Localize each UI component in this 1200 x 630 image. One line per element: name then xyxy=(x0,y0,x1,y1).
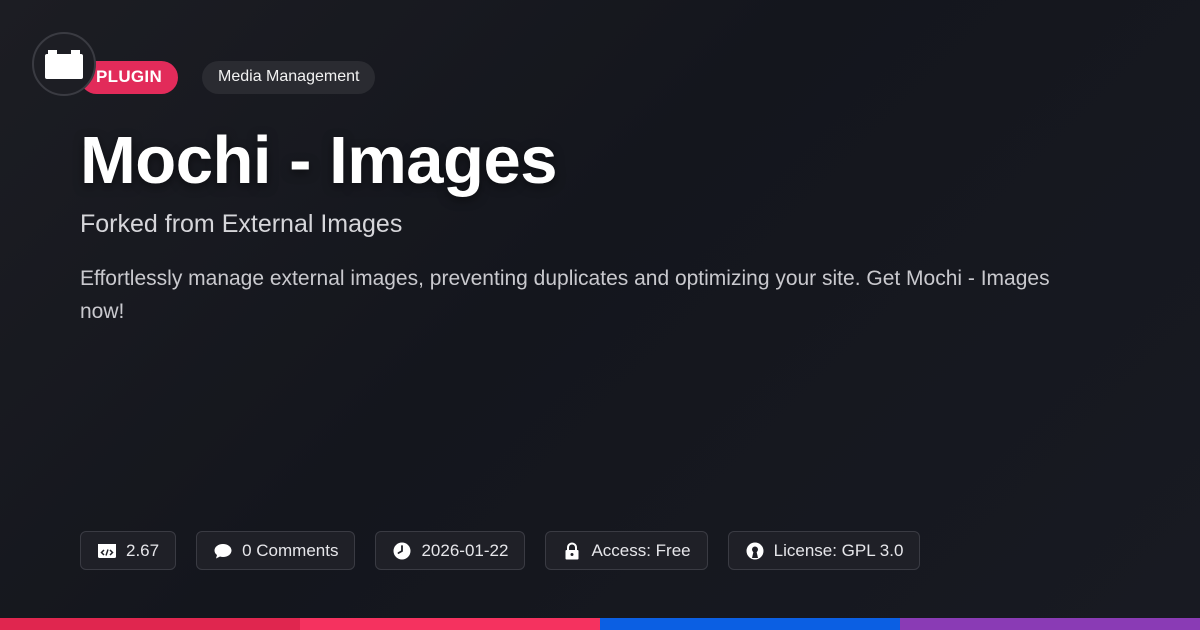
license-label: License: GPL 3.0 xyxy=(773,540,904,560)
bottom-color-bar xyxy=(0,618,1200,630)
badge-row: PLUGIN Media Management xyxy=(80,60,376,94)
bar-segment xyxy=(0,618,300,630)
comments-label: 0 Comments xyxy=(242,540,339,560)
comment-icon xyxy=(214,543,232,558)
page-description: Effortlessly manage external images, pre… xyxy=(80,267,1050,323)
bar-segment xyxy=(600,618,900,630)
code-icon xyxy=(98,543,116,558)
bar-segment xyxy=(900,618,1200,630)
clock-icon xyxy=(393,542,411,559)
bar-segment xyxy=(300,618,600,630)
plugin-logo xyxy=(32,32,96,96)
comments-chip[interactable]: 0 Comments xyxy=(196,531,356,570)
plugin-block-icon xyxy=(45,50,83,79)
version-chip: 2.67 xyxy=(80,531,177,570)
date-chip: 2026-01-22 xyxy=(375,531,526,570)
version-label: 2.67 xyxy=(126,540,160,560)
category-badge[interactable]: Media Management xyxy=(202,60,376,94)
page-subtitle: Forked from External Images xyxy=(80,210,403,238)
lock-icon xyxy=(565,541,579,559)
date-label: 2026-01-22 xyxy=(421,540,509,560)
license-icon xyxy=(746,542,764,559)
access-chip: Access: Free xyxy=(545,531,708,570)
license-chip: License: GPL 3.0 xyxy=(727,531,921,570)
page-title: Mochi - Images xyxy=(80,123,557,198)
access-label: Access: Free xyxy=(591,540,691,560)
meta-row: 2.67 0 Comments 2026-01-22 Access: Free … xyxy=(80,531,921,570)
